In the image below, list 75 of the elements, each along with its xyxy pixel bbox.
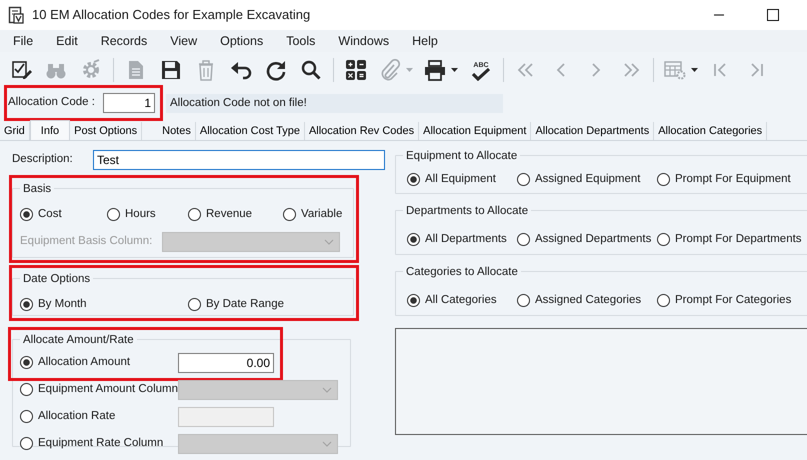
radio-label: Assigned Categories — [535, 293, 642, 308]
amount-field[interactable]: 0.00 — [178, 352, 274, 373]
radio-button[interactable] — [517, 173, 530, 186]
menu-item[interactable]: Help — [399, 32, 448, 50]
radio-label: Cost — [38, 207, 62, 222]
radio-label: Variable — [301, 207, 342, 222]
radio-button[interactable] — [20, 356, 33, 370]
radio-label: Allocation Rate — [38, 409, 116, 424]
checklist-icon — [10, 59, 32, 81]
radio-label: Assigned Equipment — [535, 172, 640, 188]
search-icon — [300, 59, 322, 81]
group-title: Date Options — [20, 272, 94, 286]
window-title: 10 EM Allocation Codes for Example Excavating — [32, 6, 310, 24]
text-area[interactable] — [395, 328, 807, 435]
group-title: Categories to Allocate — [403, 265, 521, 279]
radio-button[interactable] — [20, 208, 33, 222]
menu-item[interactable]: View — [157, 32, 208, 50]
radio-button[interactable] — [283, 208, 296, 222]
menu-item[interactable]: Records — [88, 32, 158, 50]
menu-item[interactable]: Windows — [325, 32, 400, 50]
field-label: Equipment Basis Column: — [20, 234, 154, 250]
calculator-icon — [345, 59, 367, 81]
undo-icon — [230, 59, 252, 81]
menu-item[interactable]: Options — [207, 32, 274, 50]
radio-button[interactable] — [657, 233, 670, 246]
radio-label: Allocation Amount — [38, 355, 130, 370]
description-field[interactable]: Test — [93, 150, 385, 170]
radio-label: Assigned Departments — [535, 232, 652, 248]
radio-button[interactable] — [188, 208, 201, 222]
printer-icon — [424, 59, 446, 81]
radio-label: Equipment Amount Column — [38, 382, 178, 398]
chevron-down-icon — [322, 440, 332, 447]
menu-item[interactable]: File — [0, 32, 44, 50]
radio-label: Prompt For Equipment — [675, 172, 791, 188]
redo-icon — [265, 59, 287, 81]
radio-button[interactable] — [107, 208, 120, 222]
radio-label: Hours — [125, 207, 156, 222]
radio-button[interactable] — [407, 233, 420, 246]
radio-button[interactable] — [20, 410, 33, 424]
field-label: Description: — [12, 152, 74, 168]
menu-item[interactable]: Edit — [43, 32, 88, 50]
radio-label: Equipment Rate Column — [38, 436, 164, 452]
gear-icon — [80, 59, 102, 81]
radio-label: Prompt For Departments — [675, 232, 802, 248]
radio-button[interactable] — [20, 298, 33, 312]
radio-label: All Departments — [425, 232, 507, 248]
status-message: Allocation Code not on file! — [166, 94, 503, 112]
paperclip-icon — [379, 59, 401, 81]
maximize-icon[interactable] — [767, 9, 779, 21]
chevron-down-icon — [324, 238, 334, 245]
menu-item[interactable]: Tools — [273, 32, 326, 50]
radio-label: By Month — [38, 297, 87, 312]
radio-label: All Categories — [425, 293, 497, 308]
radio-button[interactable] — [407, 173, 420, 186]
radio-button[interactable] — [20, 383, 33, 396]
radio-label: Prompt For Categories — [675, 293, 792, 308]
radio-label: By Date Range — [206, 297, 284, 312]
grid-settings-icon — [664, 59, 686, 81]
chevron-down-icon — [322, 386, 332, 393]
radio-label: Revenue — [206, 207, 252, 222]
tab[interactable]: Info — [30, 120, 70, 140]
radio-button[interactable] — [517, 233, 530, 246]
group-title: Equipment to Allocate — [403, 149, 520, 163]
dropdown-field[interactable] — [162, 232, 340, 252]
radio-label: All Equipment — [425, 172, 496, 188]
app-icon — [8, 6, 24, 24]
group-title: Departments to Allocate — [403, 204, 532, 218]
radio-button[interactable] — [657, 294, 670, 308]
radio-button[interactable] — [188, 298, 201, 312]
radio-button[interactable] — [657, 173, 670, 186]
field-label: Allocation Code : — [8, 95, 96, 110]
radio-button[interactable] — [517, 294, 530, 308]
radio-button[interactable] — [407, 294, 420, 308]
code-field[interactable]: 1 — [103, 93, 155, 113]
radio-button[interactable] — [20, 437, 33, 450]
